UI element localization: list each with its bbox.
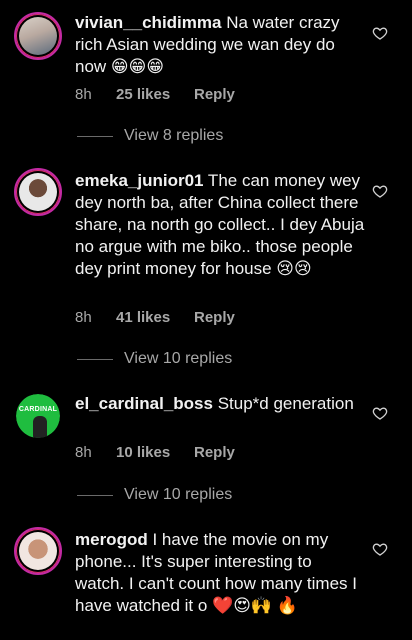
timestamp: 8h	[75, 309, 92, 326]
username[interactable]: el_cardinal_boss	[75, 394, 213, 413]
divider-line	[77, 358, 113, 360]
avatar-figure	[33, 416, 47, 438]
username[interactable]: merogod	[75, 530, 148, 549]
username[interactable]: emeka_junior01	[75, 171, 204, 190]
timestamp: 8h	[75, 86, 92, 103]
reply-button[interactable]: Reply	[194, 309, 235, 326]
divider-line	[77, 135, 113, 137]
avatar[interactable]: CARDINAL	[14, 392, 62, 440]
view-replies-label: View 8 replies	[124, 127, 224, 144]
heart-outline-icon[interactable]	[372, 25, 388, 41]
avatar[interactable]	[14, 527, 62, 575]
timestamp: 8h	[75, 444, 92, 461]
heart-outline-icon[interactable]	[372, 183, 388, 199]
username[interactable]: vivian__chidimma	[75, 13, 221, 32]
comment-text: el_cardinal_boss Stup*d generation	[75, 393, 365, 415]
view-replies-button[interactable]: View 8 replies	[77, 127, 223, 145]
avatar[interactable]	[14, 12, 62, 60]
reply-button[interactable]: Reply	[194, 444, 235, 461]
heart-outline-icon[interactable]	[372, 541, 388, 557]
reply-button[interactable]: Reply	[194, 86, 235, 103]
comment-meta: 8h 10 likes Reply	[75, 444, 235, 461]
divider-line	[77, 494, 113, 496]
comment-meta: 8h 41 likes Reply	[75, 309, 235, 326]
view-replies-button[interactable]: View 10 replies	[77, 486, 232, 504]
comment-body: Stup*d generation	[212, 394, 354, 413]
likes-count[interactable]: 10 likes	[116, 444, 194, 461]
view-replies-label: View 10 replies	[124, 350, 233, 367]
likes-count[interactable]: 41 likes	[116, 309, 194, 326]
view-replies-button[interactable]: View 10 replies	[77, 350, 232, 368]
comment-meta: 8h 25 likes Reply	[75, 86, 235, 103]
avatar[interactable]	[14, 168, 62, 216]
comment-text: merogod I have the movie on my phone... …	[75, 529, 365, 617]
likes-count[interactable]: 25 likes	[116, 86, 194, 103]
heart-outline-icon[interactable]	[372, 405, 388, 421]
comment-text: vivian__chidimma Na water crazy rich Asi…	[75, 12, 365, 78]
view-replies-label: View 10 replies	[124, 486, 233, 503]
comment-text: emeka_junior01 The can money wey dey nor…	[75, 170, 365, 280]
avatar-label: CARDINAL	[18, 406, 58, 413]
